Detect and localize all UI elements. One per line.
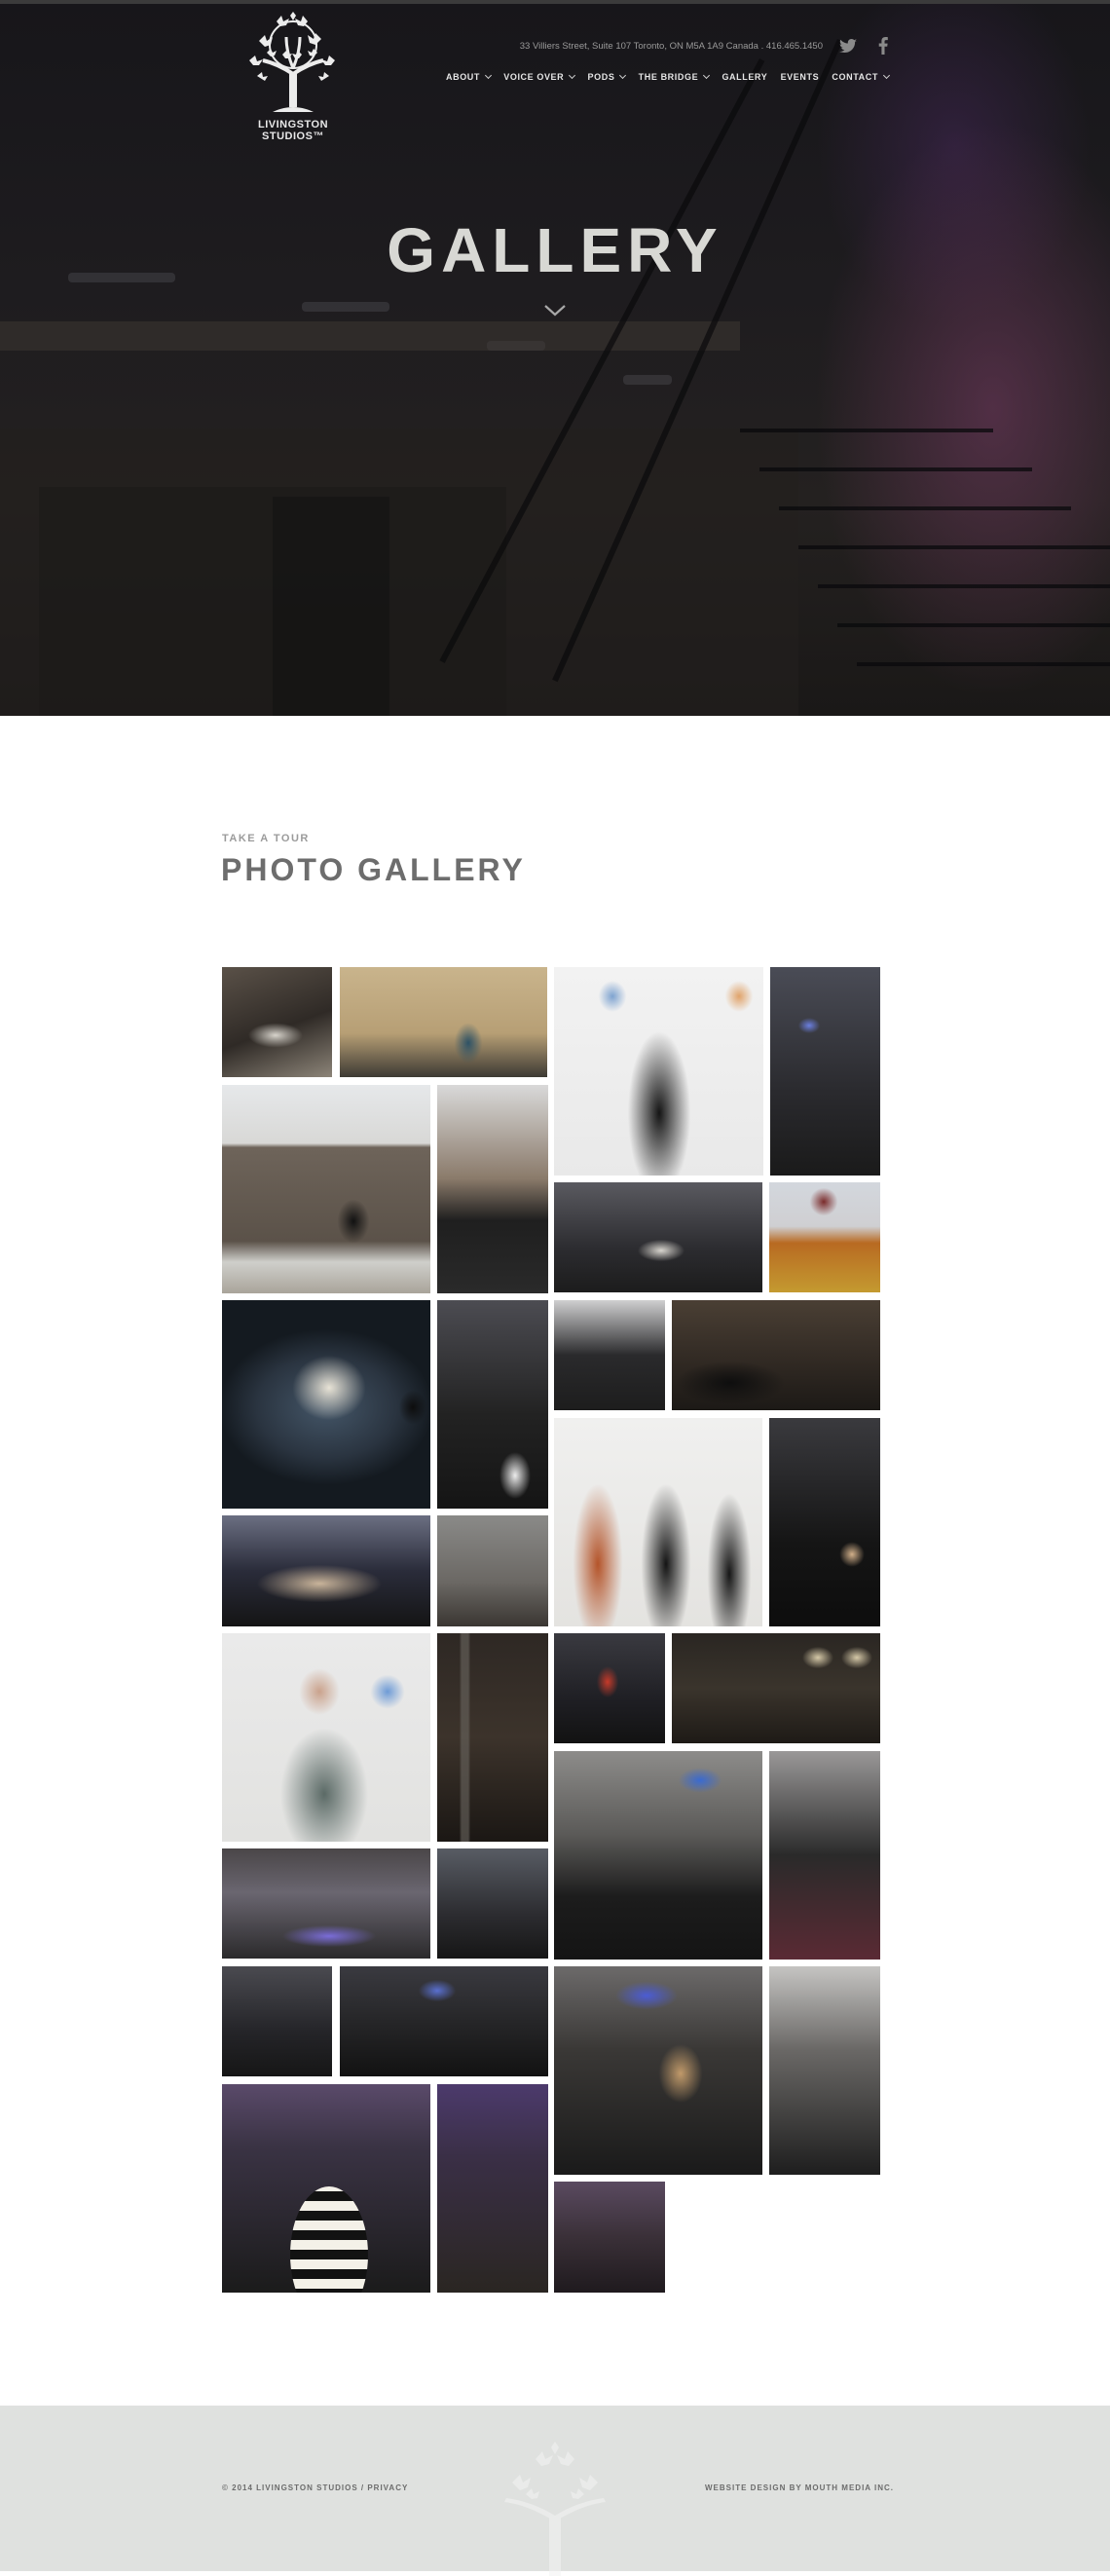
tree-watermark-icon (504, 2442, 606, 2576)
section-kicker: TAKE A TOUR (222, 833, 310, 844)
stair-step (759, 467, 1032, 471)
gallery-photo[interactable] (554, 2182, 665, 2293)
top-border (0, 0, 1110, 4)
gallery-photo[interactable] (340, 967, 547, 1077)
gallery-photo[interactable] (769, 1182, 880, 1292)
hero-banner: LIVINGSTON STUDIOS™ 33 Villiers Street, … (0, 0, 1110, 716)
gallery-photo[interactable] (222, 1633, 430, 1842)
gallery-photo[interactable] (769, 1418, 880, 1626)
gallery-photo[interactable] (554, 1418, 762, 1626)
gallery-photo[interactable] (437, 1515, 548, 1626)
gallery-photo[interactable] (340, 1966, 548, 2076)
nav-item-contact[interactable]: CONTACT (832, 69, 890, 85)
gallery-photo[interactable] (672, 1633, 880, 1743)
nav-item-pods[interactable]: PODS (588, 69, 627, 85)
nav-item-the-bridge[interactable]: THE BRIDGE (639, 69, 711, 85)
twitter-icon[interactable] (839, 39, 857, 53)
section-title: PHOTO GALLERY (221, 852, 526, 887)
gallery-photo[interactable] (222, 1515, 430, 1626)
chevron-down-icon (569, 71, 576, 80)
logo-wordmark: LIVINGSTON STUDIOS™ (257, 119, 329, 142)
gallery-photo[interactable] (554, 967, 763, 1176)
stair-step (818, 584, 1110, 588)
ceiling-light (623, 375, 672, 385)
tree-logo-icon (249, 12, 335, 112)
stair-step (857, 662, 1110, 666)
gallery-photo[interactable] (554, 1300, 665, 1410)
gallery-photo[interactable] (769, 1751, 880, 1960)
gallery-photo[interactable] (672, 1300, 880, 1410)
gallery-photo[interactable] (222, 1300, 430, 1509)
stair-step (740, 429, 993, 432)
gallery-photo[interactable] (554, 1751, 762, 1960)
nav-item-events[interactable]: EVENTS (781, 69, 820, 85)
gallery-photo[interactable] (222, 967, 332, 1077)
nav-item-voice-over[interactable]: VOICE OVER (503, 69, 576, 85)
gallery-photo[interactable] (770, 967, 880, 1176)
stair-step (798, 545, 1110, 549)
gallery-photo[interactable] (222, 1085, 430, 1293)
mezzanine-floor (0, 321, 740, 351)
chevron-down-icon (882, 71, 890, 80)
footer-copyright[interactable]: © 2014 LIVINGSTON STUDIOS / PRIVACY (222, 2483, 408, 2492)
stair-step (837, 623, 1110, 627)
doorway (273, 497, 389, 716)
gallery-photo[interactable] (222, 1966, 332, 2076)
gallery-photo[interactable] (554, 1182, 762, 1292)
chevron-down-icon (703, 71, 711, 80)
gallery-photo[interactable] (437, 2084, 548, 2293)
gallery-photo[interactable] (554, 1633, 665, 1743)
gallery-photo[interactable] (437, 1085, 548, 1293)
page-title: GALLERY (387, 215, 723, 285)
chevron-down-icon[interactable] (543, 304, 567, 317)
gallery-photo[interactable] (437, 1300, 548, 1509)
gallery-photo[interactable] (437, 1633, 548, 1842)
header-address: 33 Villiers Street, Suite 107 Toronto, O… (519, 41, 823, 52)
chevron-down-icon (484, 71, 493, 80)
main-nav: ABOUT VOICE OVER PODS THE BRIDGE GALLERY… (446, 69, 890, 85)
facebook-icon[interactable] (878, 37, 888, 55)
gallery-photo[interactable] (222, 1848, 430, 1959)
gallery-photo[interactable] (222, 2084, 430, 2293)
nav-item-about[interactable]: ABOUT (446, 69, 493, 85)
nav-item-gallery[interactable]: GALLERY (722, 69, 767, 85)
footer-credit[interactable]: WEBSITE DESIGN BY MOUTH MEDIA INC. (705, 2483, 894, 2492)
stair-step (779, 506, 1071, 510)
site-logo[interactable]: LIVINGSTON STUDIOS™ (230, 12, 356, 142)
gallery-photo[interactable] (554, 1966, 762, 2175)
ceiling-light (302, 302, 389, 312)
gallery-photo[interactable] (769, 1966, 880, 2175)
chevron-down-icon (619, 71, 627, 80)
gallery-photo[interactable] (437, 1848, 548, 1959)
